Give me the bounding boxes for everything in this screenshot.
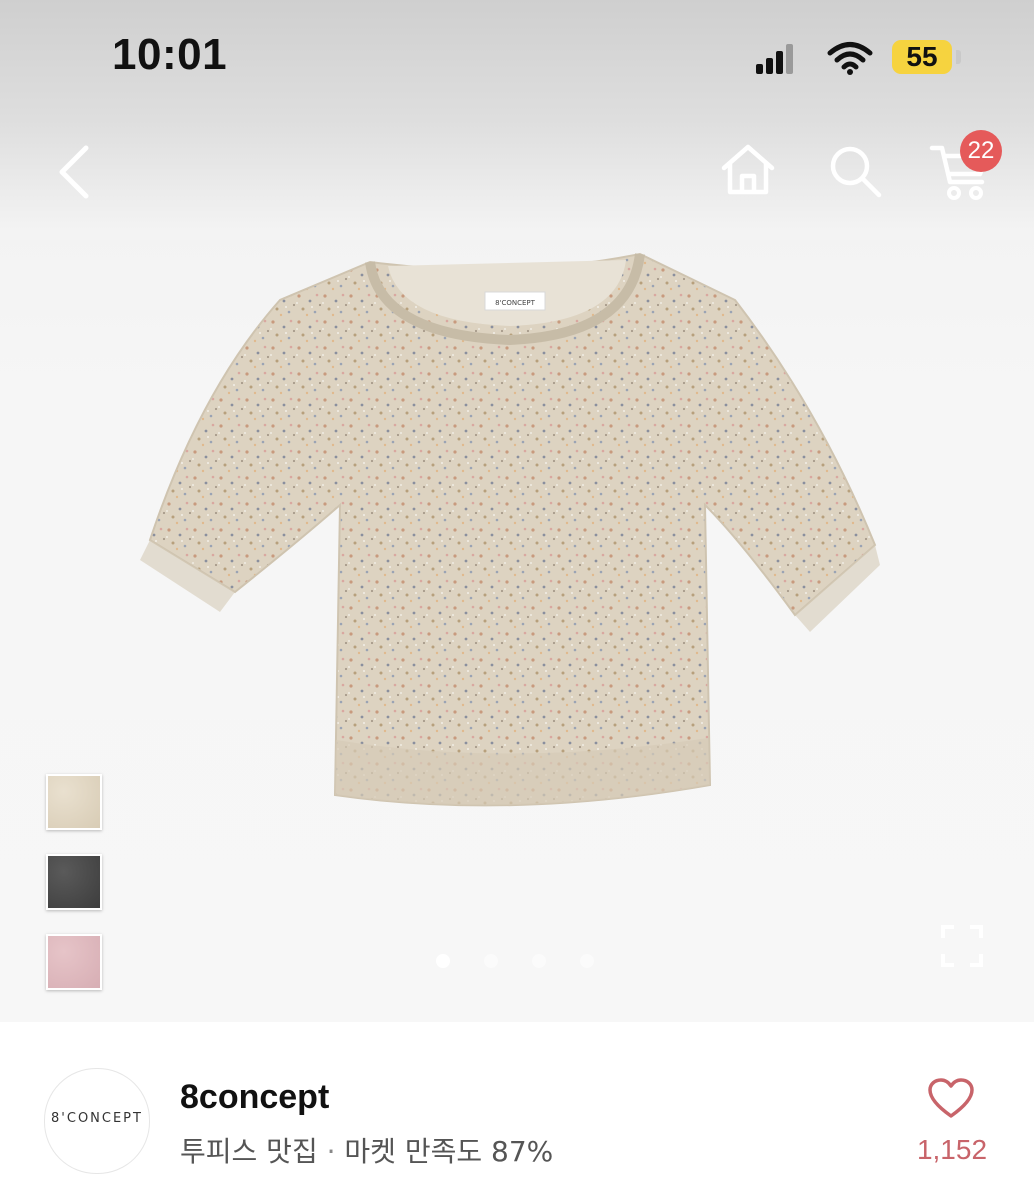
like-count: 1,152: [916, 1134, 988, 1165]
carousel-dot[interactable]: [484, 954, 498, 968]
shop-satisfaction: 마켓 만족도 87%: [344, 1135, 554, 1168]
cart-count-badge: 22: [960, 130, 1002, 172]
back-icon[interactable]: [50, 140, 98, 204]
carousel-dot[interactable]: [580, 954, 594, 968]
fullscreen-icon[interactable]: [940, 924, 984, 968]
search-icon[interactable]: [826, 142, 884, 200]
cellular-signal-icon: [756, 44, 793, 74]
product-image[interactable]: 8'CONCEPT: [140, 240, 880, 830]
shop-subtitle: 투피스 맛집 · 마켓 만족도 87%: [180, 1130, 553, 1170]
shop-logo-text: 8'CONCEPT: [51, 1111, 143, 1126]
heart-icon[interactable]: [928, 1078, 974, 1120]
color-thumbnail-pink[interactable]: [46, 934, 102, 990]
color-thumbnail-beige[interactable]: [46, 774, 102, 830]
carousel-dot[interactable]: [532, 954, 546, 968]
carousel-dot[interactable]: [436, 954, 450, 968]
home-icon[interactable]: [718, 142, 778, 198]
shop-name[interactable]: 8concept: [180, 1078, 329, 1117]
color-thumbnail-charcoal[interactable]: [46, 854, 102, 910]
wifi-icon: [827, 42, 873, 75]
battery-level: 55: [906, 41, 938, 72]
shop-separator: ·: [317, 1135, 345, 1168]
product-image-area[interactable]: 10:01 55 22 8'CONCEPT: [0, 0, 1034, 1022]
product-label-text: 8'CONCEPT: [495, 299, 536, 307]
battery-indicator: 55: [892, 40, 952, 74]
shop-logo[interactable]: 8'CONCEPT: [44, 1068, 150, 1174]
battery-tip: [956, 50, 961, 64]
status-bar: 10:01 55: [0, 0, 1034, 110]
carousel-indicator: [436, 954, 596, 970]
shop-tag: 투피스 맛집: [180, 1135, 318, 1168]
status-time: 10:01: [112, 30, 228, 79]
